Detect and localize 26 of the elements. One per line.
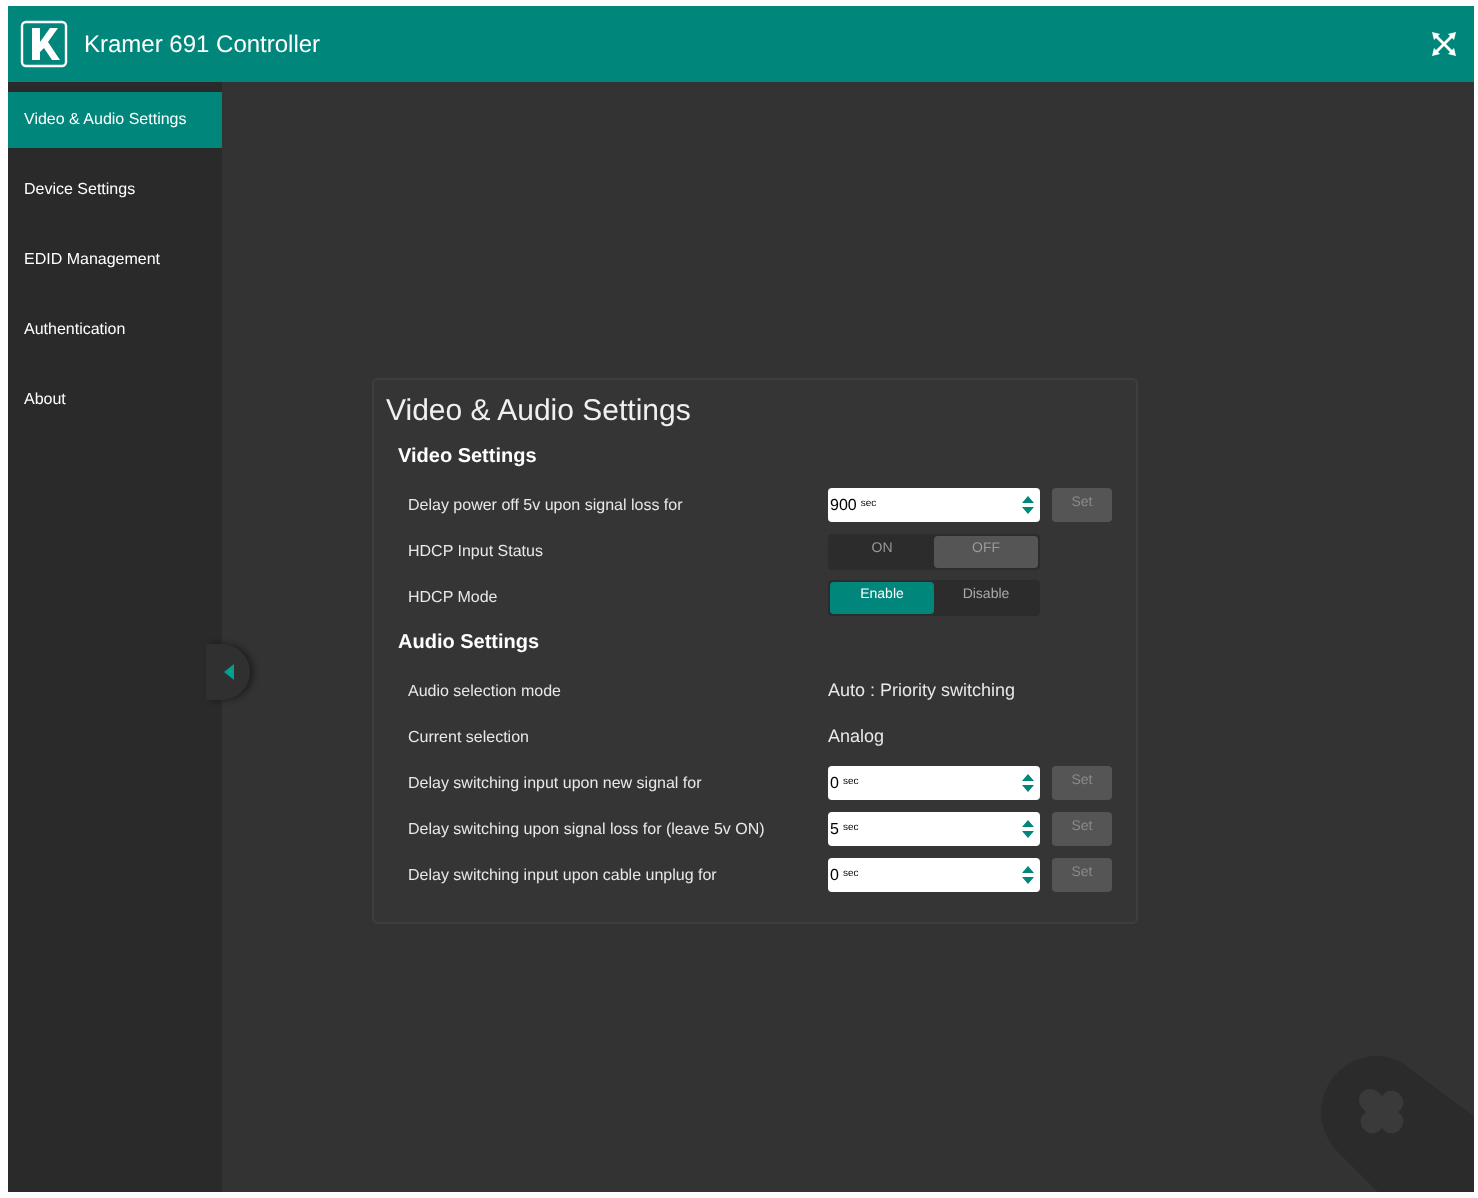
card-title: Video & Audio Settings bbox=[386, 392, 693, 432]
sidebar-item[interactable]: Authentication bbox=[8, 302, 222, 358]
spinner-icon[interactable] bbox=[1022, 820, 1034, 838]
setting-label: Delay switching input upon cable unplug for bbox=[408, 863, 719, 887]
setting-label: Audio selection mode bbox=[408, 679, 563, 703]
app-title: Kramer 691 Controller bbox=[84, 28, 321, 62]
spinner-icon[interactable] bbox=[1022, 774, 1034, 792]
sidebar-item[interactable]: Device Settings bbox=[8, 162, 222, 218]
setting-label: HDCP Input Status bbox=[408, 539, 545, 563]
setting-label: Current selection bbox=[408, 725, 531, 749]
setting-label: Delay switching upon signal loss for (leave 5v ON) bbox=[408, 817, 767, 841]
section-heading: Audio Settings bbox=[398, 630, 542, 658]
spinner-icon[interactable] bbox=[1022, 496, 1034, 514]
spinner-icon[interactable] bbox=[1022, 866, 1034, 884]
logo-icon bbox=[20, 20, 68, 68]
sidebar-item[interactable]: Video & Audio Settings bbox=[8, 92, 222, 148]
setting-value: Analog bbox=[828, 723, 885, 750]
collapse-handle[interactable] bbox=[206, 644, 250, 700]
sidebar-item[interactable]: About bbox=[8, 372, 222, 428]
section-heading: Video Settings bbox=[398, 444, 539, 472]
setting-label: HDCP Mode bbox=[408, 585, 500, 609]
sidebar-item[interactable]: EDID Management bbox=[8, 232, 222, 288]
setting-label: Delay switching input upon new signal for bbox=[408, 771, 704, 795]
setting-label: Delay power off 5v upon signal loss for bbox=[408, 493, 685, 517]
setting-value: Auto : Priority switching bbox=[828, 677, 1016, 704]
fullscreen-icon[interactable] bbox=[1430, 30, 1458, 58]
